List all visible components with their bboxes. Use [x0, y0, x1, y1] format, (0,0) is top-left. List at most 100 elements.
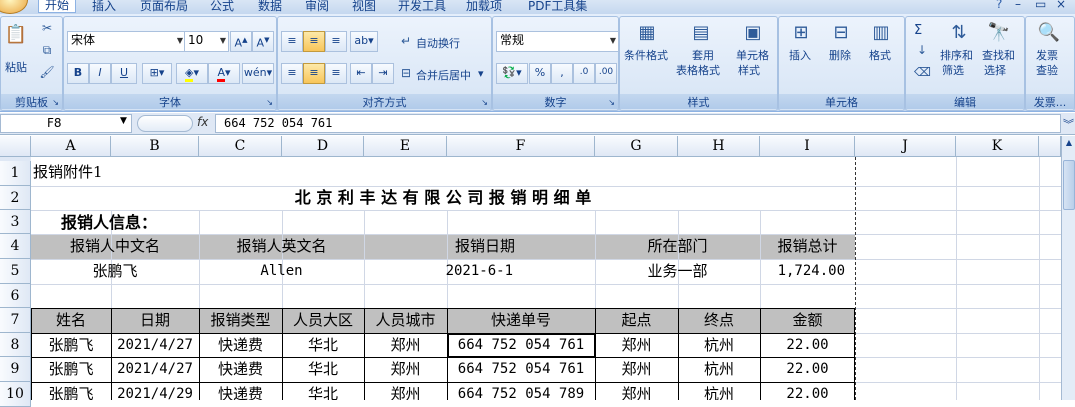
table-cell[interactable]: 杭州 [678, 334, 760, 357]
restore-icon[interactable]: ▭ [1035, 0, 1046, 11]
align-middle-button[interactable]: ≡ [303, 31, 325, 52]
table-header-city[interactable]: 人员城市 [364, 309, 447, 332]
column-header-e[interactable]: E [364, 136, 447, 157]
name-box[interactable]: F8 [0, 114, 132, 133]
table-cell[interactable]: 22.00 [760, 334, 855, 357]
tab-page-layout[interactable]: 页面布局 [140, 0, 188, 14]
scroll-up-icon[interactable]: ▲ [1063, 138, 1075, 150]
insert-cells-button[interactable]: 插入 [789, 47, 811, 63]
minimize-icon[interactable]: – [1015, 0, 1021, 11]
currency-button[interactable]: 💱▾ [496, 63, 528, 84]
table-header-date[interactable]: 日期 [111, 309, 199, 332]
tab-formulas[interactable]: 公式 [210, 0, 234, 14]
table-cell[interactable]: 22.00 [760, 358, 855, 381]
dialog-launcher-icon[interactable]: ↘ [52, 98, 59, 107]
sort-filter-line1[interactable]: 排序和 [940, 47, 973, 63]
row-header[interactable]: 10 [0, 382, 31, 407]
table-cell[interactable]: 快递费 [199, 358, 282, 381]
conditional-format-button[interactable]: 条件格式 [624, 47, 668, 63]
paste-icon[interactable]: 📋 [3, 23, 29, 47]
column-header-h[interactable]: H [678, 136, 760, 157]
wrap-text-button[interactable]: 自动换行 [416, 35, 460, 51]
comma-button[interactable]: , [551, 63, 573, 84]
row-header[interactable]: 4 [0, 234, 31, 259]
table-header-tracking[interactable]: 快递单号 [447, 309, 595, 332]
format-as-table-button[interactable]: 表格格式 [676, 62, 720, 78]
formula-input[interactable]: 664 752 054 761 [215, 114, 1061, 133]
format-as-table-line1[interactable]: 套用 [692, 47, 714, 63]
increase-decimal-button[interactable]: .0 [573, 63, 595, 84]
worksheet-grid[interactable]: 报销附件1 北 京 利 丰 达 有 限 公 司 报 销 明 细 单 报销人信息：… [31, 157, 1061, 400]
grow-font-button[interactable]: A▲ [230, 31, 252, 52]
fx-icon[interactable]: fx [197, 115, 208, 129]
row-header[interactable]: 9 [0, 357, 31, 382]
column-header-k[interactable]: K [956, 136, 1039, 157]
row-header[interactable]: 1 [0, 161, 31, 186]
format-painter-icon[interactable]: 🖌 [39, 65, 55, 79]
column-header-d[interactable]: D [282, 136, 364, 157]
table-header-origin[interactable]: 起点 [595, 309, 678, 332]
table-cell[interactable]: 杭州 [678, 358, 760, 381]
merge-center-button[interactable]: 合并后居中 [416, 67, 471, 83]
table-cell[interactable]: 郑州 [364, 358, 447, 381]
table-cell[interactable]: 快递费 [199, 383, 282, 400]
table-cell[interactable]: 2021/4/27 [111, 334, 199, 357]
copy-icon[interactable]: ⧉ [39, 43, 55, 57]
invoice-line1[interactable]: 发票 [1036, 47, 1058, 63]
tab-pdf-tools[interactable]: PDF工具集 [528, 0, 587, 14]
table-cell[interactable]: 快递费 [199, 334, 282, 357]
info-header-cn-name[interactable]: 报销人中文名 [31, 235, 199, 258]
tab-addins[interactable]: 加载项 [466, 0, 502, 14]
font-color-button[interactable]: A▾ [208, 63, 240, 84]
info-value-date[interactable]: 2021-6-1 [364, 260, 595, 283]
report-title[interactable]: 北 京 利 丰 达 有 限 公 司 报 销 明 细 单 [31, 186, 855, 209]
invoice-check-button[interactable]: 查验 [1036, 62, 1058, 78]
table-header-name[interactable]: 姓名 [31, 309, 111, 332]
row-header[interactable]: 8 [0, 333, 31, 357]
tab-home[interactable]: 开始 [38, 0, 77, 13]
table-cell[interactable]: 2021/4/29 [111, 383, 199, 400]
align-bottom-button[interactable]: ≡ [325, 31, 347, 52]
row-header[interactable]: 7 [0, 308, 31, 333]
table-cell[interactable]: 22.00 [760, 383, 855, 400]
table-cell[interactable]: 张鹏飞 [31, 334, 111, 357]
find-select-button[interactable]: 选择 [984, 62, 1006, 78]
scrollbar-thumb[interactable] [1063, 160, 1075, 210]
select-all-corner[interactable] [0, 136, 31, 157]
dialog-launcher-icon[interactable]: ↘ [481, 98, 488, 107]
table-header-destination[interactable]: 终点 [678, 309, 760, 332]
column-header-j[interactable]: J [855, 136, 956, 157]
increase-indent-button[interactable]: ⇥ [372, 63, 394, 84]
shrink-font-button[interactable]: A▼ [252, 31, 274, 52]
office-button[interactable] [0, 0, 28, 14]
bold-button[interactable]: B [67, 63, 89, 84]
table-header-amount[interactable]: 金额 [760, 309, 855, 332]
cell-styles-button[interactable]: 样式 [738, 62, 760, 78]
table-cell[interactable]: 郑州 [595, 358, 678, 381]
table-cell[interactable]: 郑州 [364, 383, 447, 400]
row-header[interactable]: 2 [0, 186, 31, 210]
autosum-button[interactable]: Σ [914, 23, 922, 38]
find-select-line1[interactable]: 查找和 [982, 47, 1015, 63]
font-size-combo[interactable]: 10 ▼ [184, 31, 229, 52]
column-header-b[interactable]: B [111, 136, 199, 157]
table-cell[interactable]: 664 752 054 761 [447, 334, 595, 357]
info-header-dept[interactable]: 所在部门 [595, 235, 760, 258]
tab-insert[interactable]: 插入 [92, 0, 116, 14]
italic-button[interactable]: I [89, 63, 111, 84]
column-header-i[interactable]: I [760, 136, 855, 157]
info-value-total[interactable]: 1,724.00 [760, 260, 853, 283]
table-cell[interactable]: 郑州 [595, 383, 678, 400]
clear-icon[interactable]: ⌫ [914, 65, 931, 79]
table-cell[interactable]: 张鹏飞 [31, 358, 111, 381]
table-cell[interactable]: 杭州 [678, 383, 760, 400]
tab-review[interactable]: 审阅 [305, 0, 329, 14]
info-label[interactable]: 报销人信息： [61, 211, 157, 234]
cell-styles-line1[interactable]: 单元格 [736, 47, 769, 63]
fill-icon[interactable]: ↓ [914, 43, 930, 57]
cut-icon[interactable]: ✂ [39, 21, 55, 35]
expand-formula-icon[interactable]: ︾ [1063, 116, 1074, 132]
close-icon[interactable]: × [1056, 0, 1066, 11]
borders-button[interactable]: ⊞▾ [142, 63, 172, 84]
orientation-button[interactable]: ab▾ [350, 31, 378, 52]
